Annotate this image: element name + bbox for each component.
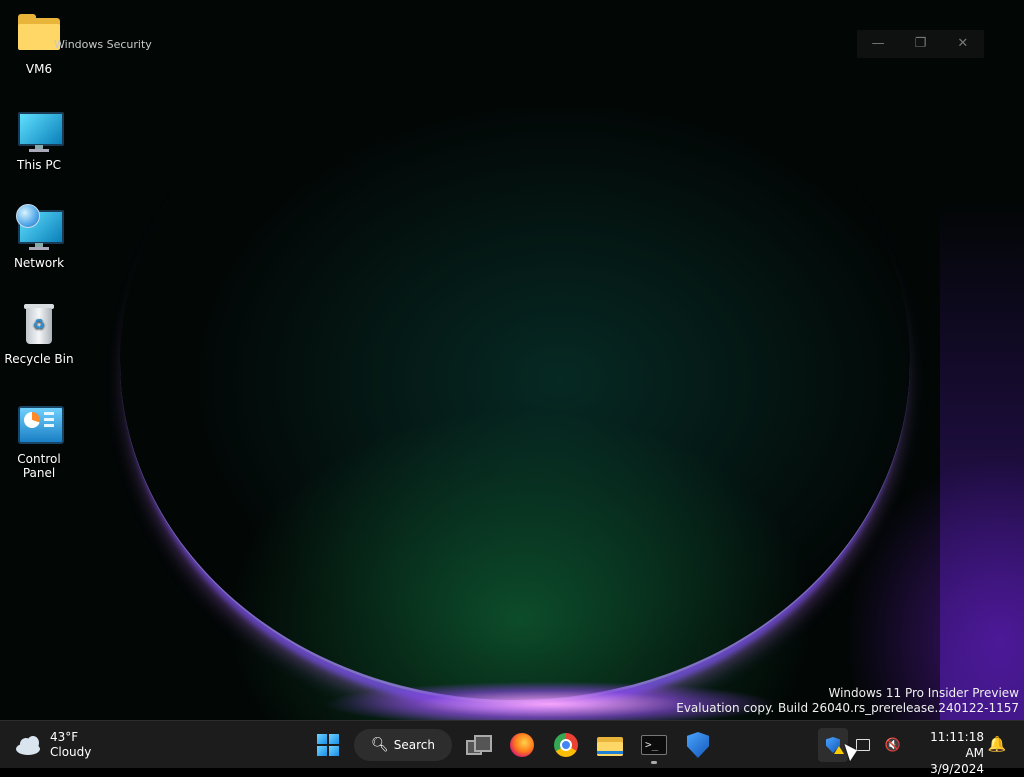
desktop-icon-label: Network	[13, 256, 65, 270]
tray-security-button[interactable]	[818, 728, 848, 762]
firefox-icon	[510, 733, 534, 757]
watermark-line-build: Evaluation copy. Build 26040.rs_prerelea…	[676, 701, 1019, 715]
bell-icon: 🔔	[987, 735, 1007, 753]
desktop-icon-label: VM6	[25, 62, 53, 76]
control-panel-icon	[16, 402, 64, 448]
network-icon	[16, 204, 64, 252]
chrome-button[interactable]	[546, 725, 586, 765]
task-view-icon	[466, 735, 492, 755]
windows-logo-icon	[317, 734, 339, 756]
desktop-icon-label: Recycle Bin	[4, 352, 74, 366]
windows-security-button[interactable]	[678, 725, 718, 765]
running-indicator	[651, 761, 657, 764]
terminal-icon: >_	[641, 735, 667, 755]
cloud-icon	[14, 735, 42, 755]
desktop: VM6 This PC Network ♻ Recycle Bin Contro…	[0, 0, 1024, 720]
desktop-icon-label: Control Panel	[17, 452, 61, 480]
system-tray: 🔇	[818, 725, 908, 765]
search-icon: 🔍︎	[370, 737, 389, 753]
close-button[interactable]: ✕	[942, 30, 984, 58]
recycle-bin-icon: ♻	[16, 302, 62, 348]
clock-date: 3/9/2024	[930, 762, 984, 776]
terminal-button[interactable]: >_	[634, 725, 674, 765]
shield-icon	[687, 732, 709, 758]
firefox-button[interactable]	[502, 725, 542, 765]
desktop-icon-control-panel[interactable]: Control Panel	[0, 402, 78, 480]
network-icon	[856, 739, 870, 751]
taskbar-apps: 🔍︎ Search >_	[306, 725, 720, 765]
weather-widget[interactable]: 43°F Cloudy	[14, 727, 91, 763]
folder-icon	[16, 12, 62, 58]
notifications-button[interactable]: 🔔	[986, 733, 1008, 755]
desktop-icon-label: This PC	[17, 158, 61, 172]
maximize-button[interactable]: ❐	[899, 30, 941, 58]
window-controls: — ❐ ✕	[857, 30, 984, 58]
start-button[interactable]	[308, 725, 348, 765]
desktop-icon-network[interactable]: Network	[0, 204, 78, 270]
folder-icon	[597, 734, 623, 756]
taskbar: 43°F Cloudy 🔍︎ Search >_ 🔇 11:11:18 AM 3…	[0, 720, 1024, 776]
build-watermark: Windows 11 Pro Insider Preview Evaluatio…	[676, 686, 1019, 716]
weather-temperature: 43°F	[50, 730, 79, 744]
monitor-icon	[16, 108, 64, 154]
file-explorer-button[interactable]	[590, 725, 630, 765]
clock-time: 11:11:18 AM	[930, 730, 984, 760]
search-label: Search	[393, 738, 435, 752]
warning-icon	[834, 746, 844, 754]
clock[interactable]: 11:11:18 AM 3/9/2024	[908, 729, 984, 777]
tray-volume-button[interactable]: 🔇	[878, 728, 908, 762]
task-view-button[interactable]	[458, 725, 498, 765]
wallpaper-glow-right	[940, 200, 1024, 720]
minimize-button[interactable]: —	[857, 30, 899, 58]
search-box[interactable]: 🔍︎ Search	[354, 729, 452, 761]
volume-muted-icon: 🔇	[884, 737, 902, 753]
desktop-icon-this-pc[interactable]: This PC	[0, 108, 78, 172]
desktop-icon-recycle-bin[interactable]: ♻ Recycle Bin	[0, 302, 78, 366]
watermark-line-edition: Windows 11 Pro Insider Preview	[828, 686, 1019, 700]
chrome-icon	[554, 733, 578, 757]
wallpaper-orb	[120, 20, 910, 703]
window-title: Windows Security	[54, 38, 152, 51]
weather-condition: Cloudy	[50, 745, 92, 759]
